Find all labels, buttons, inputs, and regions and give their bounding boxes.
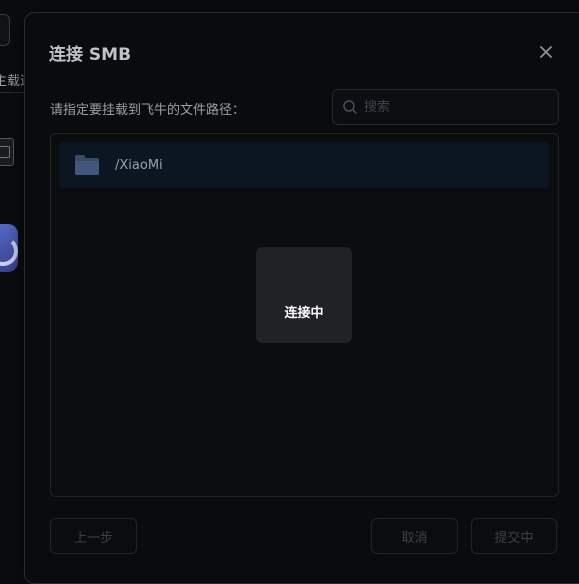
connect-smb-dialog: 连接 SMB 请指定要挂载到飞牛的文件路径： /XiaoMi 连接中 上一步 取…	[24, 12, 579, 584]
path-prompt-label: 请指定要挂载到飞牛的文件路径：	[50, 103, 246, 118]
background-thumbnail-icon	[0, 138, 14, 166]
close-button[interactable]	[535, 41, 557, 63]
search-input[interactable]	[364, 90, 558, 124]
background-app-icon	[0, 224, 18, 272]
search-icon	[343, 100, 357, 114]
loading-overlay: 连接中	[256, 247, 352, 343]
loading-text: 连接中	[284, 306, 324, 321]
folder-name: /XiaoMi	[115, 157, 163, 173]
folder-icon	[75, 155, 99, 175]
dialog-title: 连接 SMB	[49, 45, 132, 65]
close-icon	[540, 46, 552, 58]
background-panel-edge	[0, 14, 10, 46]
spinner-icon	[304, 272, 312, 288]
cancel-button[interactable]: 取消	[371, 518, 458, 554]
submit-button[interactable]: 提交中	[471, 518, 557, 554]
background-divider	[0, 92, 24, 93]
previous-step-button[interactable]: 上一步	[50, 518, 137, 554]
list-item-folder[interactable]: /XiaoMi	[59, 142, 549, 188]
search-box[interactable]	[332, 89, 559, 125]
